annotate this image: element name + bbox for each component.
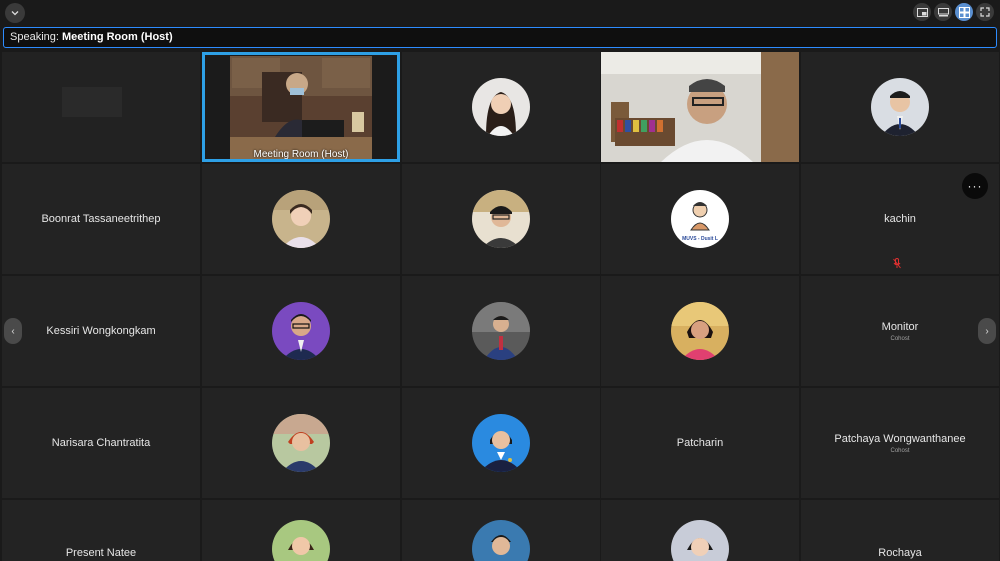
participant-tile[interactable]: Patcharin xyxy=(601,388,799,498)
participant-tile[interactable] xyxy=(402,500,600,561)
chevron-down-icon[interactable] xyxy=(5,3,25,23)
participant-tile[interactable] xyxy=(202,500,400,561)
gallery-view-icon[interactable] xyxy=(955,3,973,21)
participant-tile[interactable]: Present Natee xyxy=(2,500,200,561)
participant-name: Boonrat Tassaneetrithep xyxy=(41,213,161,225)
avatar: MUVS - Dusit L xyxy=(671,190,729,248)
speaking-name: Meeting Room (Host) xyxy=(62,31,173,43)
participant-tile[interactable]: Kessiri Wongkongkam xyxy=(2,276,200,386)
participant-name: Narisara Chantratita xyxy=(51,437,151,449)
top-bar xyxy=(0,0,1000,26)
avatar xyxy=(871,78,929,136)
picture-in-picture-icon[interactable] xyxy=(913,3,931,21)
gallery-grid: Meeting Room (Host) Boonrat Tassaneetrit… xyxy=(0,50,1000,561)
participant-tile[interactable] xyxy=(202,276,400,386)
participant-tile-meeting-room[interactable]: Meeting Room (Host) xyxy=(202,52,400,162)
participant-name: Patchaya Wongwanthanee xyxy=(834,432,966,445)
avatar xyxy=(472,414,530,472)
participant-tile[interactable]: Narisara Chantratita xyxy=(2,388,200,498)
more-options-button[interactable]: ··· xyxy=(962,173,988,199)
participant-name: Monitor xyxy=(881,320,919,333)
participant-tile[interactable] xyxy=(202,388,400,498)
avatar-text: MUVS - Dusit L xyxy=(682,236,718,242)
view-controls xyxy=(913,3,994,21)
participant-tile[interactable] xyxy=(402,164,600,274)
participant-name: Kessiri Wongkongkam xyxy=(46,325,156,337)
avatar xyxy=(272,414,330,472)
muted-mic-icon xyxy=(893,258,901,269)
participant-tile[interactable] xyxy=(402,388,600,498)
avatar xyxy=(272,520,330,561)
avatar xyxy=(472,190,530,248)
participant-tile[interactable] xyxy=(601,500,799,561)
participant-name: kachin xyxy=(884,213,916,225)
ellipsis-icon: ··· xyxy=(967,179,983,193)
participant-video xyxy=(601,52,799,162)
participant-tile[interactable]: Boonrat Tassaneetrithep xyxy=(2,164,200,274)
participant-tile[interactable] xyxy=(202,164,400,274)
participant-tile[interactable]: Patchaya Wongwanthanee Cohost xyxy=(801,388,999,498)
avatar xyxy=(472,302,530,360)
participant-tile[interactable] xyxy=(402,52,600,162)
avatar xyxy=(472,520,530,561)
participant-tile[interactable]: Monitor Cohost xyxy=(801,276,999,386)
avatar xyxy=(671,302,729,360)
speaker-view-icon[interactable] xyxy=(934,3,952,21)
participant-tile[interactable] xyxy=(402,276,600,386)
participant-tile[interactable] xyxy=(801,52,999,162)
previous-page-button[interactable]: ‹ xyxy=(4,318,22,344)
avatar xyxy=(472,78,530,136)
avatar xyxy=(272,190,330,248)
speaking-prefix: Speaking: xyxy=(10,31,59,43)
participant-role: Cohost xyxy=(890,447,910,454)
next-page-button[interactable]: › xyxy=(978,318,996,344)
fullscreen-icon[interactable] xyxy=(976,3,994,21)
avatar xyxy=(671,520,729,561)
participant-name: Patcharin xyxy=(676,437,724,449)
participant-tile-blurred[interactable] xyxy=(2,52,200,162)
participant-role: Cohost xyxy=(890,335,910,342)
chevron-left-icon: ‹ xyxy=(11,325,15,337)
blurred-video xyxy=(2,52,200,162)
avatar xyxy=(272,302,330,360)
participant-tile-video[interactable] xyxy=(601,52,799,162)
participant-tile[interactable]: MUVS - Dusit L xyxy=(601,164,799,274)
meeting-room-video xyxy=(202,52,400,162)
participant-tile[interactable]: Rochaya xyxy=(801,500,999,561)
participant-name: Present Natee xyxy=(65,547,137,559)
active-speaker-bar: Speaking: Meeting Room (Host) xyxy=(3,27,997,48)
participant-tile[interactable] xyxy=(601,276,799,386)
chevron-right-icon: › xyxy=(985,325,989,337)
participant-name: Rochaya xyxy=(878,547,922,559)
participant-name: Meeting Room (Host) xyxy=(253,149,349,160)
